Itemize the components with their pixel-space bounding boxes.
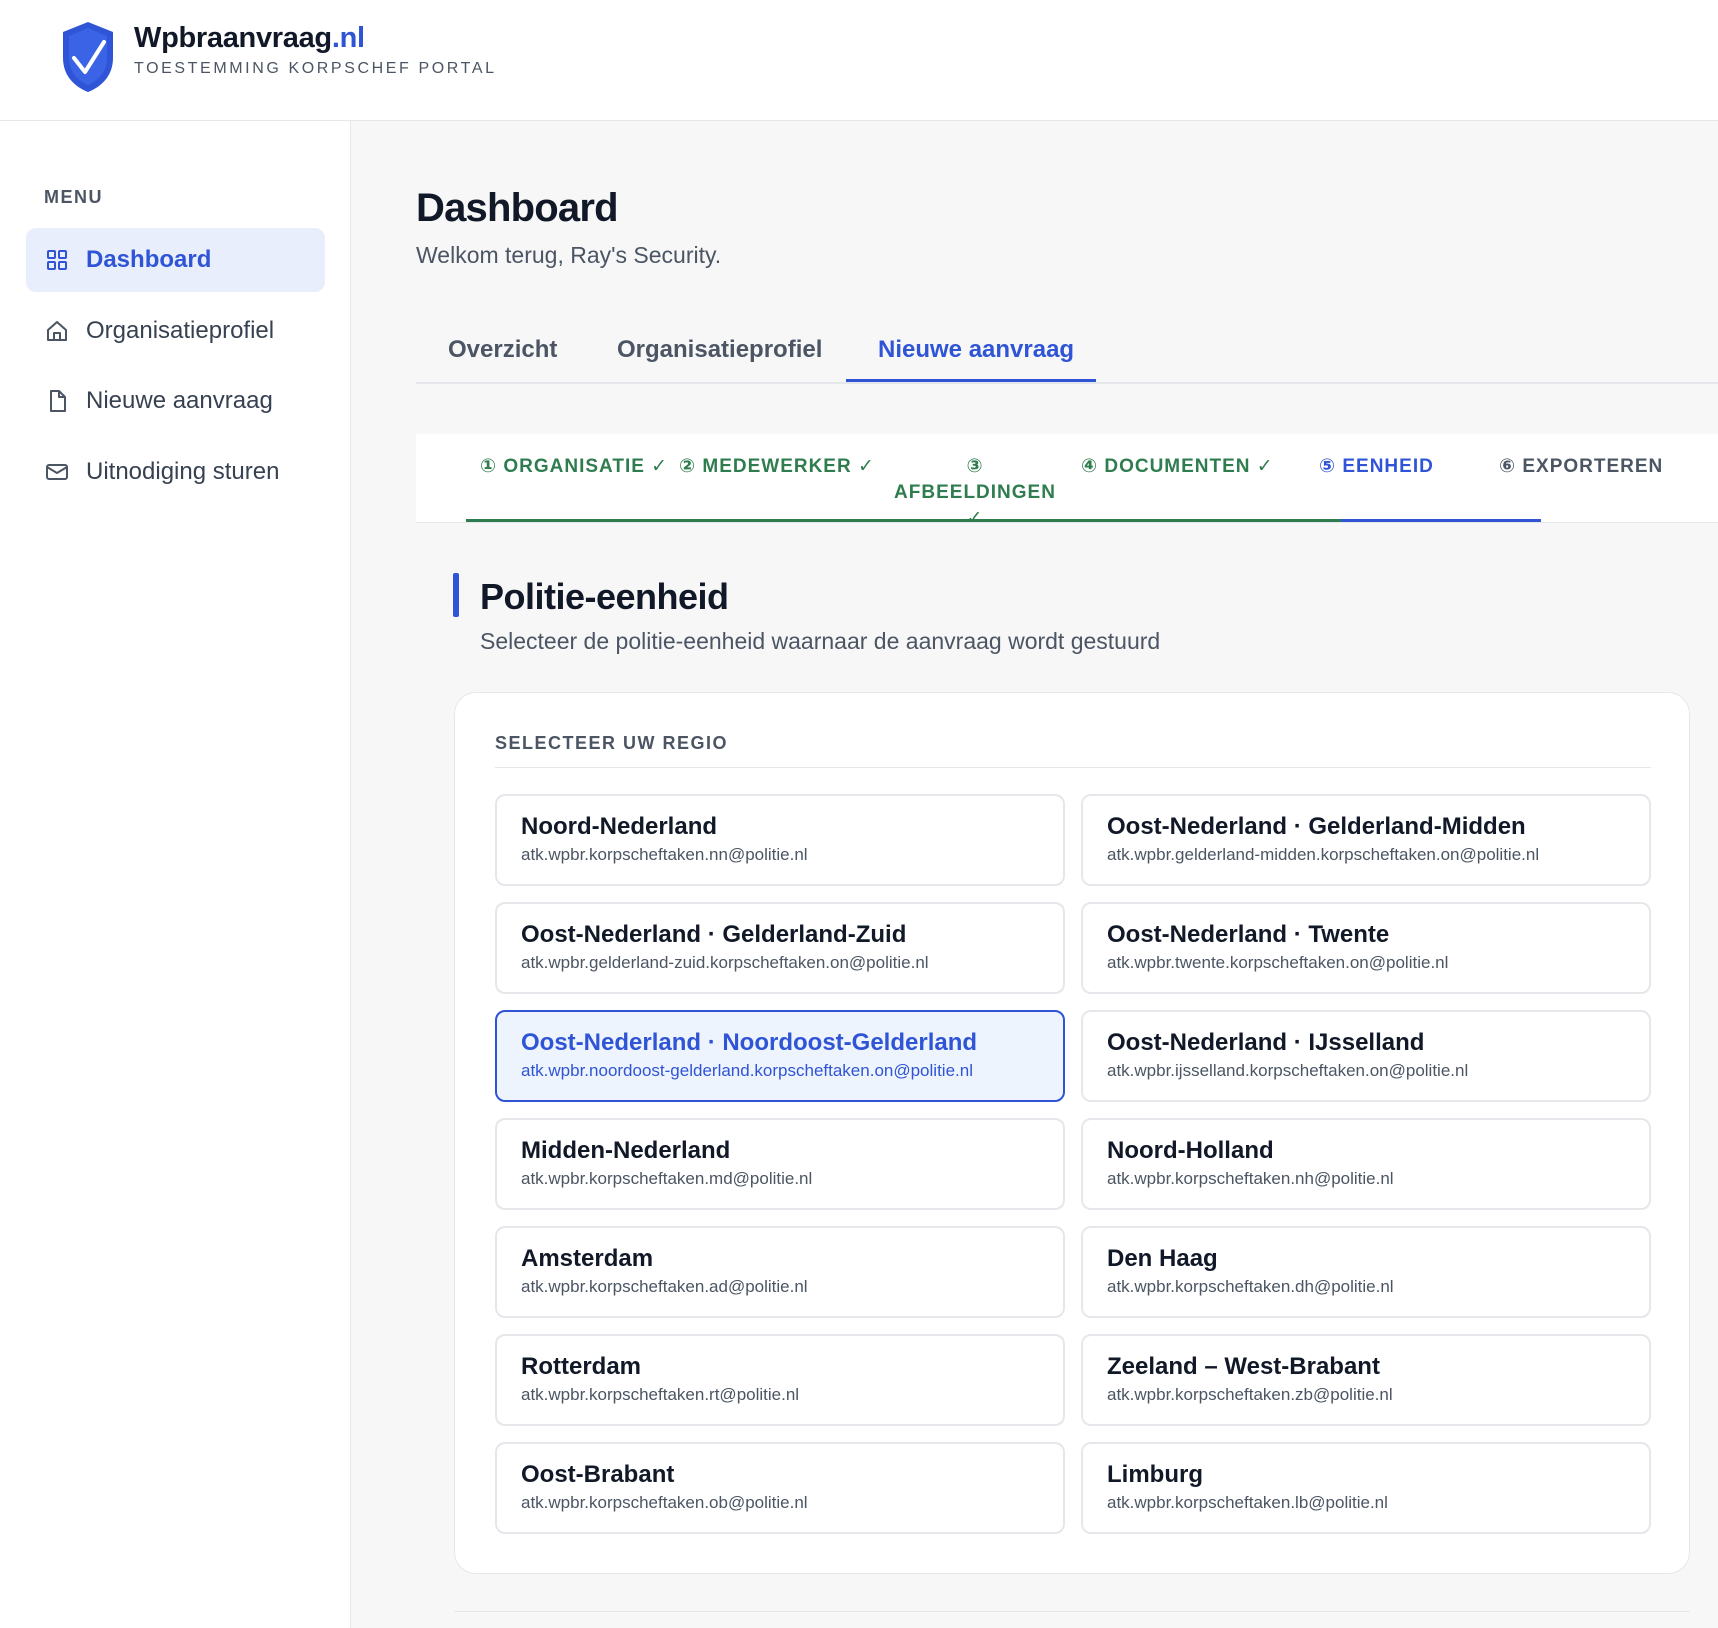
step-medewerker[interactable]: ② MEDEWERKER ✓ xyxy=(679,454,875,480)
region-option-noordoost-gelderland[interactable]: Oost-Nederland · Noordoost-Gelderland at… xyxy=(495,1010,1065,1102)
region-email: atk.wpbr.twente.korpscheftaken.on@politi… xyxy=(1107,953,1449,972)
region-name: Oost-Nederland · Noordoost-Gelderland xyxy=(521,1029,978,1056)
region-option-den-haag[interactable]: Den Haag atk.wpbr.korpscheftaken.dh@poli… xyxy=(1081,1226,1651,1318)
region-name: Oost-Nederland · Gelderland-Midden xyxy=(1107,813,1526,840)
sidebar-item-label: Uitnodiging sturen xyxy=(86,458,280,485)
region-name: Rotterdam xyxy=(521,1353,642,1380)
region-option-midden-nederland[interactable]: Midden-Nederland atk.wpbr.korpscheftaken… xyxy=(495,1118,1065,1210)
section-accent-bar xyxy=(453,573,459,617)
progress-bar-current xyxy=(1341,519,1541,522)
top-header: Wpbraanvraag.nl TOESTEMMING KORPSCHEF PO… xyxy=(0,0,1718,121)
region-option-rotterdam[interactable]: Rotterdam atk.wpbr.korpscheftaken.rt@pol… xyxy=(495,1334,1065,1426)
region-email: atk.wpbr.korpscheftaken.md@politie.nl xyxy=(521,1169,813,1188)
sidebar: MENU Dashboard Organisatieprofiel Nieuwe… xyxy=(0,121,351,1628)
region-name: Oost-Brabant xyxy=(521,1461,675,1488)
brand-subtitle: TOESTEMMING KORPSCHEF PORTAL xyxy=(134,60,497,77)
grid-icon xyxy=(44,247,70,273)
step-label: ③ AFBEELDINGEN xyxy=(894,456,1056,503)
region-selection-card: SELECTEER UW REGIO Noord-Nederland atk.w… xyxy=(454,692,1690,1574)
sidebar-item-label: Nieuwe aanvraag xyxy=(86,387,273,414)
step-organisatie[interactable]: ① ORGANISATIE ✓ xyxy=(480,454,668,480)
region-name: Limburg xyxy=(1107,1461,1203,1488)
active-tab-indicator xyxy=(846,379,1096,382)
document-icon xyxy=(44,388,70,414)
step-documenten[interactable]: ④ DOCUMENTEN ✓ xyxy=(1081,454,1274,480)
menu-label: MENU xyxy=(44,187,103,207)
region-email: atk.wpbr.korpscheftaken.nn@politie.nl xyxy=(521,845,808,864)
region-email: atk.wpbr.korpscheftaken.dh@politie.nl xyxy=(1107,1277,1394,1296)
divider xyxy=(495,767,1651,768)
divider xyxy=(454,1611,1690,1612)
region-name: Midden-Nederland xyxy=(521,1137,731,1164)
section-subtitle: Selecteer de politie-eenheid waarnaar de… xyxy=(480,628,1161,654)
tab-nieuwe-aanvraag[interactable]: Nieuwe aanvraag xyxy=(878,336,1074,364)
region-email: atk.wpbr.korpscheftaken.lb@politie.nl xyxy=(1107,1493,1388,1512)
region-email: atk.wpbr.korpscheftaken.zb@politie.nl xyxy=(1107,1385,1393,1404)
region-name: Oost-Nederland · Gelderland-Zuid xyxy=(521,921,907,948)
region-option-gelderland-midden[interactable]: Oost-Nederland · Gelderland-Midden atk.w… xyxy=(1081,794,1651,886)
region-name: Oost-Nederland · IJsselland xyxy=(1107,1029,1425,1056)
region-option-gelderland-zuid[interactable]: Oost-Nederland · Gelderland-Zuid atk.wpb… xyxy=(495,902,1065,994)
stepper: ① ORGANISATIE ✓ ② MEDEWERKER ✓ ③ AFBEELD… xyxy=(416,434,1718,529)
region-option-limburg[interactable]: Limburg atk.wpbr.korpscheftaken.lb@polit… xyxy=(1081,1442,1651,1534)
region-email: atk.wpbr.ijsselland.korpscheftaken.on@po… xyxy=(1107,1061,1469,1080)
region-option-noord-holland[interactable]: Noord-Holland atk.wpbr.korpscheftaken.nh… xyxy=(1081,1118,1651,1210)
progress-bar-completed xyxy=(466,519,1341,522)
brand-name[interactable]: Wpbraanvraag.nl xyxy=(134,22,365,55)
region-name: Oost-Nederland · Twente xyxy=(1107,921,1390,948)
region-option-zeeland-west-brabant[interactable]: Zeeland – West-Brabant atk.wpbr.korpsche… xyxy=(1081,1334,1651,1426)
sidebar-item-organisatieprofiel[interactable]: Organisatieprofiel xyxy=(26,299,325,363)
sidebar-item-uitnodiging-sturen[interactable]: Uitnodiging sturen xyxy=(26,440,325,504)
region-name: Noord-Holland xyxy=(1107,1137,1274,1164)
region-option-ijsselland[interactable]: Oost-Nederland · IJsselland atk.wpbr.ijs… xyxy=(1081,1010,1651,1102)
region-email: atk.wpbr.noordoost-gelderland.korpscheft… xyxy=(521,1061,973,1080)
tab-bar: Overzicht Organisatieprofiel Nieuwe aanv… xyxy=(416,316,1718,384)
region-name: Amsterdam xyxy=(521,1245,654,1272)
region-option-oost-brabant[interactable]: Oost-Brabant atk.wpbr.korpscheftaken.ob@… xyxy=(495,1442,1065,1534)
region-email: atk.wpbr.gelderland-midden.korpscheftake… xyxy=(1107,845,1540,864)
home-icon xyxy=(44,318,70,344)
region-email: atk.wpbr.korpscheftaken.ad@politie.nl xyxy=(521,1277,808,1296)
region-name: Noord-Nederland xyxy=(521,813,718,840)
page-title: Dashboard xyxy=(416,186,619,230)
tab-organisatieprofiel[interactable]: Organisatieprofiel xyxy=(617,336,822,364)
region-name: Zeeland – West-Brabant xyxy=(1107,1353,1380,1380)
region-email: atk.wpbr.gelderland-zuid.korpscheftaken.… xyxy=(521,953,929,972)
region-group-label: SELECTEER UW REGIO xyxy=(495,733,729,753)
shield-check-logo-icon xyxy=(63,22,113,92)
region-option-amsterdam[interactable]: Amsterdam atk.wpbr.korpscheftaken.ad@pol… xyxy=(495,1226,1065,1318)
region-email: atk.wpbr.korpscheftaken.ob@politie.nl xyxy=(521,1493,808,1512)
region-name: Den Haag xyxy=(1107,1245,1218,1272)
region-option-noord-nederland[interactable]: Noord-Nederland atk.wpbr.korpscheftaken.… xyxy=(495,794,1065,886)
tab-overzicht[interactable]: Overzicht xyxy=(448,336,557,364)
step-exporteren[interactable]: ⑥ EXPORTEREN xyxy=(1499,454,1663,480)
region-email: atk.wpbr.korpscheftaken.rt@politie.nl xyxy=(521,1385,800,1404)
sidebar-item-label: Organisatieprofiel xyxy=(86,317,275,344)
step-eenheid[interactable]: ⑤ EENHEID xyxy=(1319,454,1434,480)
brand-tld: .nl xyxy=(331,22,365,54)
section-title: Politie-eenheid xyxy=(480,576,729,617)
region-email: atk.wpbr.korpscheftaken.nh@politie.nl xyxy=(1107,1169,1394,1188)
page-subtitle: Welkom terug, Ray's Security. xyxy=(416,242,722,268)
mail-icon xyxy=(44,459,70,485)
region-option-twente[interactable]: Oost-Nederland · Twente atk.wpbr.twente.… xyxy=(1081,902,1651,994)
sidebar-item-dashboard[interactable]: Dashboard xyxy=(26,228,325,292)
sidebar-item-label: Dashboard xyxy=(86,246,212,273)
sidebar-item-nieuwe-aanvraag[interactable]: Nieuwe aanvraag xyxy=(26,369,325,433)
